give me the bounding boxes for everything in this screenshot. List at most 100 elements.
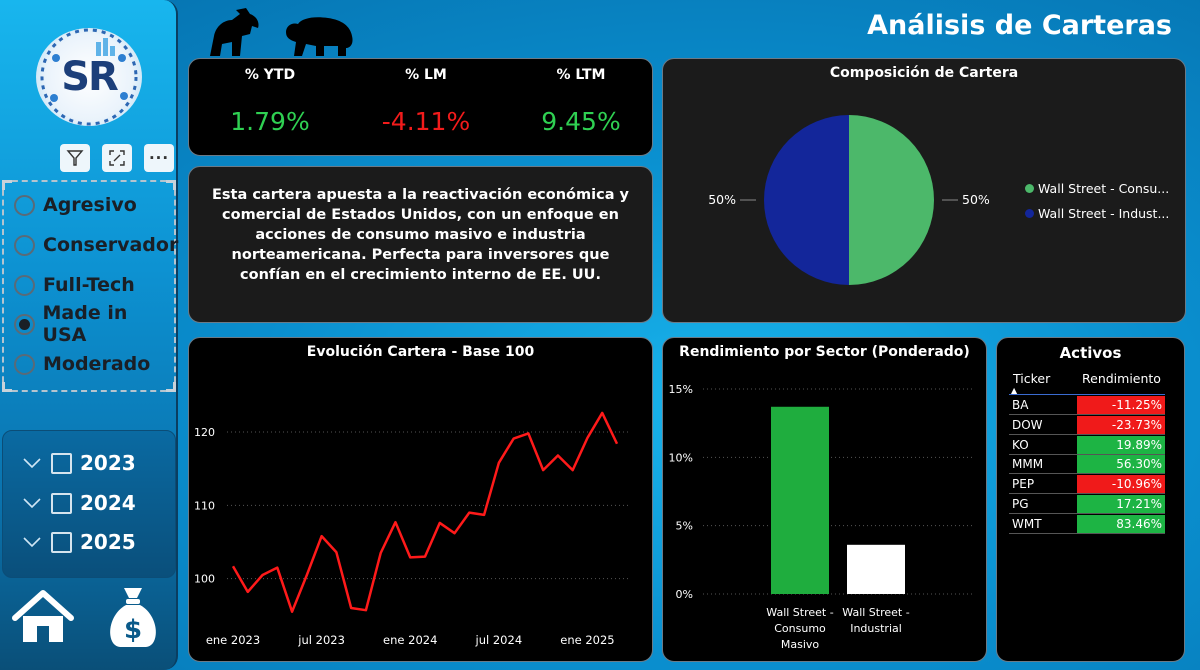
filter-icon xyxy=(66,150,84,166)
ticker-cell: WMT xyxy=(1012,516,1042,531)
pie-data-label-1: 50% xyxy=(708,192,736,207)
table-row[interactable]: MMM 56.30% xyxy=(1009,455,1165,475)
row-divider xyxy=(1009,532,1165,534)
evolution-panel: Evolución Cartera - Base 100 100 110 120 en… xyxy=(188,337,653,662)
focus-mode-button[interactable] xyxy=(102,144,132,172)
x-tick-label-3: jul 2024 xyxy=(475,633,523,647)
x-category-label-1-1: Industrial xyxy=(850,622,902,635)
y-tick-label-3: 15% xyxy=(669,383,693,396)
chevron-down-icon[interactable] xyxy=(21,492,43,514)
rendimiento-cell: -10.96% xyxy=(1077,475,1165,495)
rendimiento-cell: 19.89% xyxy=(1077,435,1165,455)
logo: SR xyxy=(36,28,142,126)
rendimiento-cell: 56.30% xyxy=(1077,455,1165,475)
sidebar: SR ··· Agresivo Conservador Full-Tech Ma… xyxy=(0,0,178,670)
table-row[interactable]: PG 17.21% xyxy=(1009,495,1165,514)
kpi-value-ytd: 1.79% xyxy=(230,107,310,136)
column-header-ticker[interactable]: Ticker xyxy=(1013,371,1050,386)
focus-mode-icon xyxy=(109,150,125,166)
composition-panel: Composición de Cartera 50% 50% Wall Stree… xyxy=(662,58,1186,323)
kpi-value-lm: -4.11% xyxy=(381,107,471,136)
portfolio-option-conservador[interactable]: Conservador xyxy=(14,230,178,260)
x-tick-label-0: ene 2023 xyxy=(206,633,260,647)
portfolio-slicer: Agresivo Conservador Full-Tech Made in U… xyxy=(2,180,178,392)
ticker-cell: MMM xyxy=(1012,457,1044,472)
sector-panel: Rendimiento por Sector (Ponderado) 0% 5% 1… xyxy=(662,337,987,662)
bar-1 xyxy=(847,544,905,594)
ticker-cell: PG xyxy=(1012,497,1029,511)
year-item-2023[interactable]: 2023 xyxy=(21,448,136,478)
filter-button[interactable] xyxy=(60,144,90,172)
portfolio-option-full-tech[interactable]: Full-Tech xyxy=(14,270,135,300)
radio-icon xyxy=(14,234,35,256)
portfolio-option-agresivo[interactable]: Agresivo xyxy=(14,190,137,220)
ticker-cell: KO xyxy=(1012,437,1029,452)
y-tick-label-2: 10% xyxy=(669,451,693,464)
checkbox[interactable] xyxy=(51,452,72,474)
legend-item-industrial[interactable]: Wall Street - Indust... xyxy=(1025,206,1169,221)
radio-selected-icon xyxy=(14,313,35,335)
kpi-label-lm: % LM xyxy=(405,67,447,83)
year-item-2024[interactable]: 2024 xyxy=(21,488,136,518)
rendimiento-cell: 17.21% xyxy=(1077,495,1165,514)
svg-text:$: $ xyxy=(124,615,142,645)
x-category-label-1-0: Wall Street - xyxy=(842,606,909,619)
x-tick-label-1: jul 2023 xyxy=(297,633,345,647)
portfolio-description: Esta cartera apuesta a la reactivación e… xyxy=(212,187,629,283)
logo-text: SR xyxy=(61,54,119,100)
legend-item-consumo[interactable]: Wall Street - Consu... xyxy=(1025,181,1169,196)
x-category-label-0-1: Consumo xyxy=(774,622,826,635)
table-row[interactable]: WMT 83.46% xyxy=(1009,514,1165,534)
activos-title: Activos xyxy=(1059,344,1122,362)
y-tick-label-0: 0% xyxy=(676,588,693,601)
table-row[interactable]: PEP -10.96% xyxy=(1009,475,1165,495)
legend-dot xyxy=(1025,184,1034,193)
kpi-label-ltm: % LTM xyxy=(556,67,606,83)
more-options-icon: ··· xyxy=(148,149,170,167)
portfolio-option-made-in-usa[interactable]: Made in USA xyxy=(14,302,174,346)
radio-icon xyxy=(14,353,35,375)
chevron-down-icon[interactable] xyxy=(21,531,43,553)
bull-icon xyxy=(210,8,259,56)
pie-data-label-0: 50% xyxy=(962,192,990,207)
portfolio-option-moderado[interactable]: Moderado xyxy=(14,349,150,379)
table-row[interactable]: KO 19.89% xyxy=(1009,435,1165,455)
pie-slice-1 xyxy=(764,115,849,285)
table-row[interactable]: BA -11.25% xyxy=(1009,396,1165,415)
kpi-panel: % YTD 1.79% % LM -4.11% % LTM 9.45% xyxy=(188,58,653,156)
rendimiento-cell: 83.46% xyxy=(1077,514,1165,534)
evolution-series-line xyxy=(231,411,619,613)
y-tick-label-1: 5% xyxy=(676,520,693,533)
activos-panel: Activos Ticker ▲ Rendimiento BA -11.25% DO… xyxy=(996,337,1185,662)
x-category-label-0-0: Wall Street - xyxy=(766,606,833,619)
column-header-rendimiento[interactable]: Rendimiento xyxy=(1082,371,1161,386)
chevron-down-icon[interactable] xyxy=(21,452,43,474)
checkbox[interactable] xyxy=(51,531,72,553)
ticker-cell: PEP xyxy=(1012,477,1035,492)
radio-icon xyxy=(14,194,35,216)
y-tick-label-1: 110 xyxy=(194,499,215,512)
header-divider xyxy=(1009,394,1165,395)
x-tick-label-2: ene 2024 xyxy=(383,633,437,647)
kpi-value-ltm: 9.45% xyxy=(541,107,621,136)
rendimiento-cell: -11.25% xyxy=(1077,396,1165,415)
bar-0 xyxy=(771,406,829,594)
y-tick-label-2: 120 xyxy=(194,426,215,439)
more-options-button[interactable]: ··· xyxy=(144,144,174,172)
checkbox[interactable] xyxy=(51,492,72,514)
year-slicer: 2023 2024 2025 xyxy=(2,430,176,578)
money-bag-icon[interactable]: $ xyxy=(104,584,162,650)
table-row[interactable]: DOW -23.73% xyxy=(1009,415,1165,435)
page-title: Análisis de Carteras xyxy=(867,10,1172,41)
x-tick-label-4: ene 2025 xyxy=(560,633,614,647)
x-category-label-0-2: Masivo xyxy=(781,638,820,651)
ticker-cell: BA xyxy=(1012,398,1029,412)
legend-dot xyxy=(1025,209,1034,218)
kpi-label-ytd: % YTD xyxy=(244,67,296,83)
pie-slice-0 xyxy=(849,115,934,285)
year-item-2025[interactable]: 2025 xyxy=(21,527,136,557)
description-panel: Esta cartera apuesta a la reactivación e… xyxy=(188,166,653,323)
home-icon[interactable] xyxy=(12,590,74,646)
bear-icon xyxy=(286,17,353,56)
sector-bar-chart: 0% 5% 10% 15% Wall Street - Consumo Masivo Wall… xyxy=(669,383,973,651)
